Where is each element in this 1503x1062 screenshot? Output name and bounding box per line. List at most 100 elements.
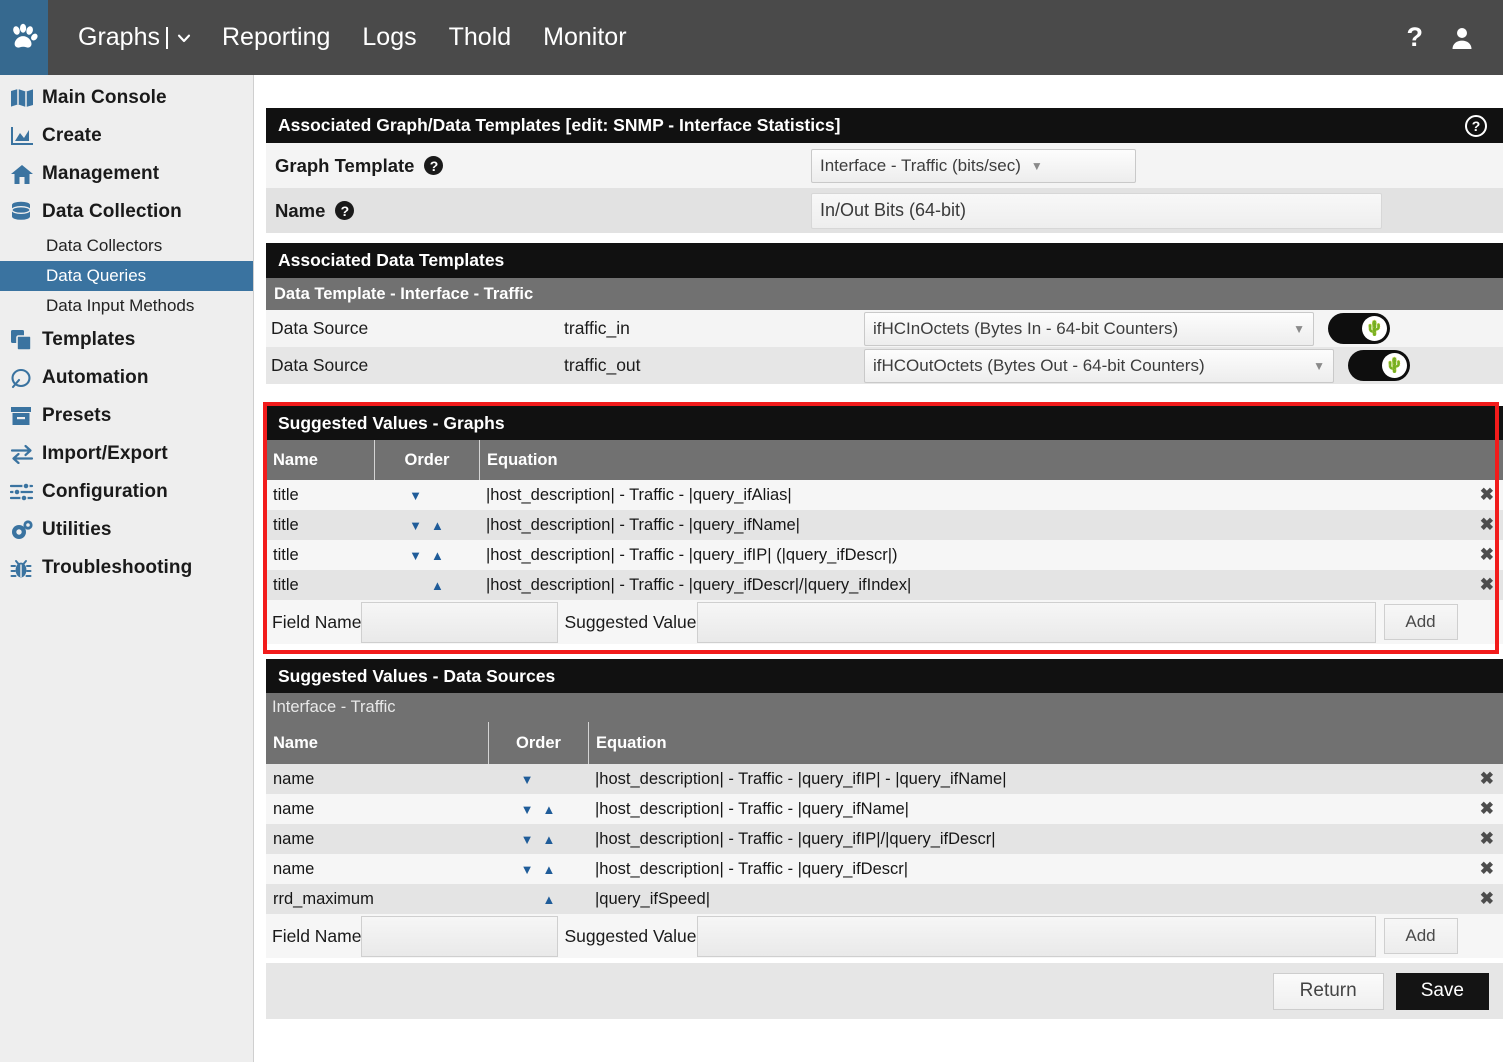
column-header-equation: Equation bbox=[479, 440, 1503, 480]
field-name-label: Field Name bbox=[272, 611, 362, 632]
sidebar-item-data-queries[interactable]: Data Queries bbox=[0, 261, 253, 291]
sidebar-item-import-export[interactable]: Import/Export bbox=[0, 435, 253, 473]
panel-associated-data-templates: Associated Data Templates Data Template … bbox=[266, 243, 1503, 384]
move-up-icon[interactable]: ▲ bbox=[431, 579, 444, 592]
name-input[interactable]: In/Out Bits (64-bit) bbox=[811, 192, 1382, 229]
menu-item-thold[interactable]: Thold bbox=[433, 0, 528, 75]
chevron-down-icon: ▼ bbox=[1313, 358, 1325, 373]
cell-name: title bbox=[273, 485, 299, 504]
close-x-icon[interactable]: ✖ bbox=[1480, 575, 1503, 595]
suggested-value-input[interactable] bbox=[696, 915, 1376, 957]
map-icon bbox=[10, 88, 42, 108]
app-logo[interactable] bbox=[0, 0, 48, 75]
move-up-icon[interactable]: ▲ bbox=[431, 549, 444, 562]
move-up-icon[interactable]: ▲ bbox=[543, 893, 556, 906]
sidebar-subitem-label: Data Input Methods bbox=[46, 296, 195, 315]
add-button[interactable]: Add bbox=[1383, 918, 1458, 954]
help-icon[interactable]: ? bbox=[335, 201, 355, 220]
move-down-icon[interactable]: ▼ bbox=[409, 549, 422, 562]
move-down-icon[interactable]: ▼ bbox=[521, 773, 534, 786]
save-button[interactable]: Save bbox=[1395, 972, 1489, 1010]
graph-template-row: Graph Template ? Interface - Traffic (bi… bbox=[266, 143, 1503, 188]
column-header-order: Order bbox=[374, 440, 479, 480]
cell-order: ▼ ▲ bbox=[374, 579, 479, 592]
close-x-icon[interactable]: ✖ bbox=[1480, 799, 1503, 819]
menu-item-monitor[interactable]: Monitor bbox=[527, 0, 642, 75]
table-row[interactable]: title ▼ ▲ |host_description| - Traffic -… bbox=[266, 540, 1503, 570]
field-name-input[interactable] bbox=[361, 601, 559, 643]
circle-question-icon[interactable]: ? bbox=[1465, 114, 1487, 137]
sidebar-item-management[interactable]: Management bbox=[0, 155, 253, 193]
cell-order: ▼ ▲ bbox=[488, 893, 588, 906]
data-source-select[interactable]: ifHCOutOctets (Bytes Out - 64-bit Counte… bbox=[864, 348, 1334, 383]
sidebar-item-label: Management bbox=[42, 163, 160, 184]
move-down-icon[interactable]: ▼ bbox=[521, 863, 534, 876]
table-row[interactable]: name ▼ ▲ |host_description| - Traffic - … bbox=[266, 764, 1503, 794]
main-menu: Graphs Reporting Logs Thold Monitor bbox=[48, 0, 643, 75]
sidebar-item-troubleshooting[interactable]: Troubleshooting bbox=[0, 549, 253, 587]
table-row[interactable]: rrd_maximum ▼ ▲ |query_ifSpeed| ✖ bbox=[266, 884, 1503, 914]
cell-name: title bbox=[273, 515, 299, 534]
move-down-icon[interactable]: ▼ bbox=[409, 489, 422, 502]
table-row[interactable]: title ▼ ▲ |host_description| - Traffic -… bbox=[266, 480, 1503, 510]
move-up-icon[interactable]: ▲ bbox=[543, 803, 556, 816]
sidebar-item-utilities[interactable]: Utilities bbox=[0, 511, 253, 549]
table-row[interactable]: name ▼ ▲ |host_description| - Traffic - … bbox=[266, 794, 1503, 824]
panel-suggested-values-graphs: Suggested Values - Graphs Name Order Equ… bbox=[266, 406, 1503, 644]
return-button[interactable]: Return bbox=[1272, 972, 1384, 1010]
menu-item-reporting[interactable]: Reporting bbox=[206, 0, 346, 75]
sidebar-item-data-collectors[interactable]: Data Collectors bbox=[0, 231, 253, 261]
sidebar-item-create[interactable]: Create bbox=[0, 117, 253, 155]
data-source-toggle[interactable]: 🌵 bbox=[1328, 313, 1390, 344]
panel-title: Suggested Values - Data Sources bbox=[278, 665, 556, 686]
data-source-row: Data Source traffic_in ifHCInOctets (Byt… bbox=[266, 310, 1503, 347]
data-source-toggle[interactable]: 🌵 bbox=[1348, 350, 1410, 381]
help-icon[interactable]: ? bbox=[424, 156, 444, 175]
menu-item-logs[interactable]: Logs bbox=[346, 0, 432, 75]
user-account-icon[interactable] bbox=[1449, 25, 1475, 51]
sidebar-item-presets[interactable]: Presets bbox=[0, 397, 253, 435]
close-x-icon[interactable]: ✖ bbox=[1480, 485, 1503, 505]
chevron-down-icon: ▼ bbox=[1293, 321, 1305, 336]
table-row[interactable]: name ▼ ▲ |host_description| - Traffic - … bbox=[266, 854, 1503, 884]
panel-header: Suggested Values - Data Sources bbox=[266, 659, 1503, 693]
sidebar-item-templates[interactable]: Templates bbox=[0, 321, 253, 359]
graph-template-value: Interface - Traffic (bits/sec) bbox=[820, 155, 1021, 175]
add-button[interactable]: Add bbox=[1383, 604, 1458, 640]
sidebar-item-main-console[interactable]: Main Console bbox=[0, 79, 253, 117]
field-name-input[interactable] bbox=[361, 915, 559, 957]
cell-equation: |host_description| - Traffic - |query_if… bbox=[595, 799, 909, 818]
menu-graphs-dropdown-caret[interactable] bbox=[164, 26, 206, 49]
sidebar-item-data-collection[interactable]: Data Collection bbox=[0, 193, 253, 231]
data-source-key: traffic_out bbox=[564, 355, 641, 375]
table-row[interactable]: title ▼ ▲ |host_description| - Traffic -… bbox=[266, 570, 1503, 600]
close-x-icon[interactable]: ✖ bbox=[1480, 515, 1503, 535]
close-x-icon[interactable]: ✖ bbox=[1480, 545, 1503, 565]
cell-name: name bbox=[273, 799, 315, 818]
close-x-icon[interactable]: ✖ bbox=[1480, 829, 1503, 849]
suggested-value-input[interactable] bbox=[696, 601, 1376, 643]
menu-item-graphs[interactable]: Graphs bbox=[62, 0, 164, 75]
question-mark-icon[interactable]: ? bbox=[1407, 22, 1424, 53]
sidebar-item-automation[interactable]: Automation bbox=[0, 359, 253, 397]
move-down-icon[interactable]: ▼ bbox=[521, 803, 534, 816]
cell-order: ▼ ▲ bbox=[488, 773, 588, 786]
column-header-order: Order bbox=[488, 722, 588, 764]
sidebar-item-configuration[interactable]: Configuration bbox=[0, 473, 253, 511]
table-row[interactable]: name ▼ ▲ |host_description| - Traffic - … bbox=[266, 824, 1503, 854]
move-up-icon[interactable]: ▲ bbox=[431, 519, 444, 532]
graph-template-select[interactable]: Interface - Traffic (bits/sec) ▼ bbox=[811, 148, 1136, 183]
data-source-key: traffic_in bbox=[564, 318, 630, 338]
sidebar-item-data-input-methods[interactable]: Data Input Methods bbox=[0, 291, 253, 321]
close-x-icon[interactable]: ✖ bbox=[1480, 769, 1503, 789]
close-x-icon[interactable]: ✖ bbox=[1480, 859, 1503, 879]
move-up-icon[interactable]: ▲ bbox=[543, 833, 556, 846]
move-down-icon[interactable]: ▼ bbox=[409, 519, 422, 532]
panel-header: Associated Data Templates bbox=[266, 243, 1503, 278]
table-row[interactable]: title ▼ ▲ |host_description| - Traffic -… bbox=[266, 510, 1503, 540]
chevron-down-icon: ▼ bbox=[1030, 158, 1043, 173]
move-down-icon[interactable]: ▼ bbox=[521, 833, 534, 846]
data-source-select[interactable]: ifHCInOctets (Bytes In - 64-bit Counters… bbox=[864, 311, 1314, 346]
move-up-icon[interactable]: ▲ bbox=[543, 863, 556, 876]
close-x-icon[interactable]: ✖ bbox=[1480, 889, 1503, 909]
